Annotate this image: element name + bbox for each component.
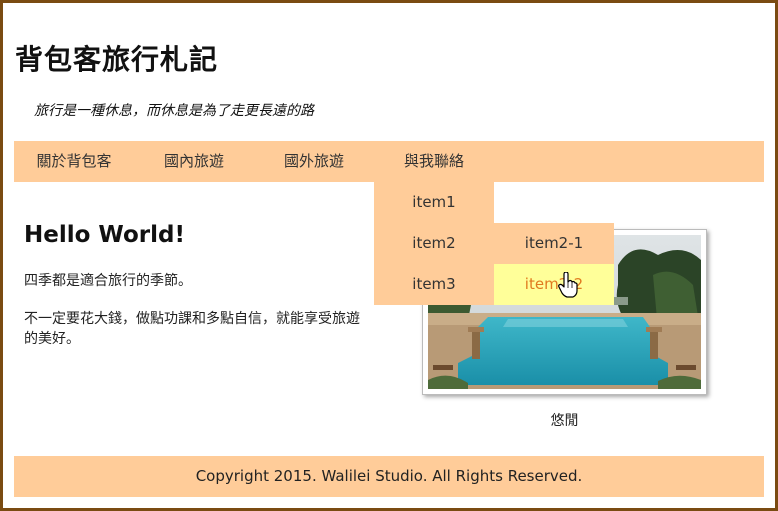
site-title: 背包客旅行札記 [15,43,219,76]
submenu-item-2-2[interactable]: item2-2 [494,264,614,305]
nav-item-contact[interactable]: 與我聯絡 [374,141,494,182]
dropdown-item-3[interactable]: item3 [374,264,494,305]
content-paragraph-2: 不一定要花大錢，做點功課和多點自信，就能享受旅遊的美好。 [24,311,360,347]
tagline: 旅行是一種休息，而休息是為了走更長遠的路 [34,103,314,119]
item2-submenu: item2-1 item2-2 [494,223,614,305]
nav-item-domestic-travel[interactable]: 國內旅遊 [134,141,254,182]
submenu-item-2-1[interactable]: item2-1 [494,223,614,264]
hand-pointer-cursor-icon [558,272,578,298]
dropdown-item-2[interactable]: item2 [374,223,494,264]
contact-dropdown-menu: item1 item2 item3 [374,182,494,305]
content-paragraph-1: 四季都是適合旅行的季節。 [24,273,192,289]
footer: Copyright 2015. Walilei Studio. All Righ… [14,456,764,497]
main-nav: 關於背包客 國內旅遊 國外旅遊 與我聯絡 [14,141,764,182]
nav-item-about[interactable]: 關於背包客 [14,141,134,182]
content-heading: Hello World! [24,222,185,248]
photo-caption: 悠閒 [550,413,579,429]
nav-item-international-travel[interactable]: 國外旅遊 [254,141,374,182]
dropdown-item-1[interactable]: item1 [374,182,494,223]
footer-copyright: Copyright 2015. Walilei Studio. All Righ… [195,467,583,485]
